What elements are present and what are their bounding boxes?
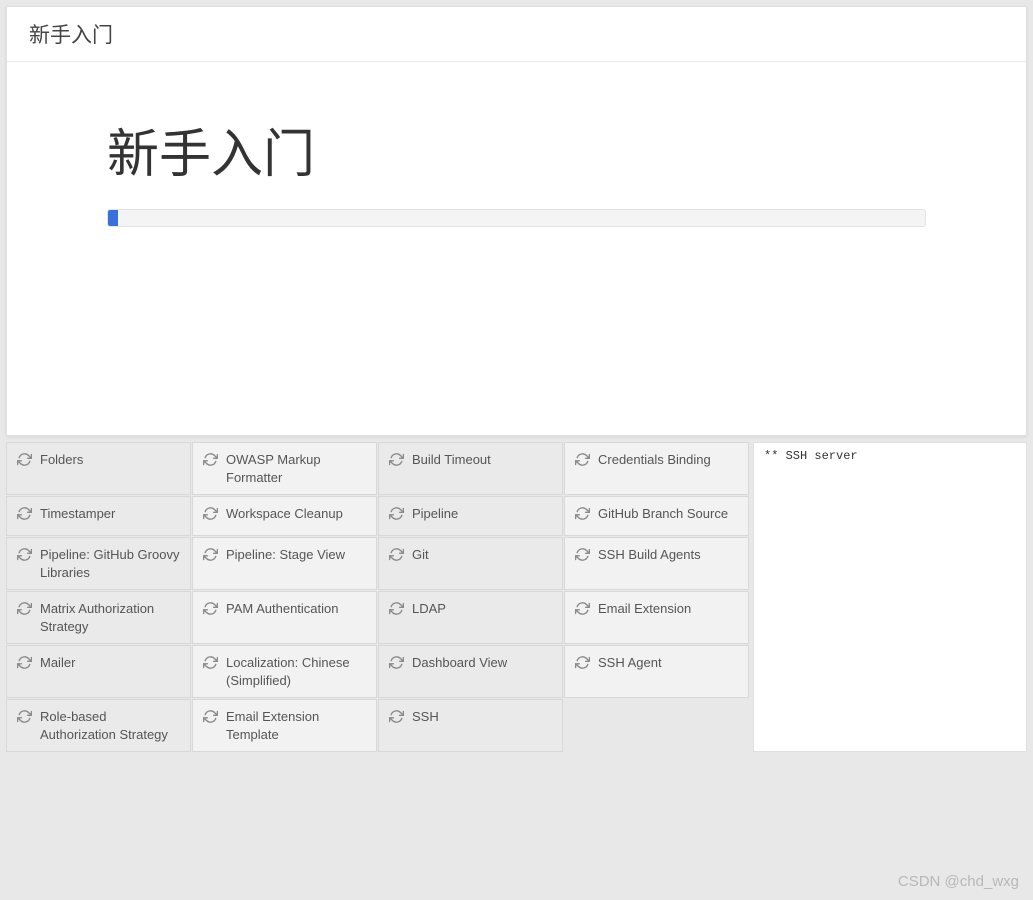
plugin-item: PAM Authentication — [192, 591, 377, 644]
bottom-area: Folders OWASP Markup Formatter Build Timeo… — [6, 442, 1027, 752]
plugin-label: Pipeline: Stage View — [226, 546, 345, 564]
refresh-icon — [203, 709, 218, 724]
setup-wizard-card: 新手入门 新手入门 — [6, 6, 1027, 436]
plugin-item: Mailer — [6, 645, 191, 698]
plugin-item: Git — [378, 537, 563, 590]
refresh-icon — [575, 601, 590, 616]
plugin-label: GitHub Branch Source — [598, 505, 728, 523]
plugin-label: Role-based Authorization Strategy — [40, 708, 180, 743]
plugin-label: Folders — [40, 451, 83, 469]
plugin-label: SSH Agent — [598, 654, 662, 672]
plugin-label: Mailer — [40, 654, 75, 672]
refresh-icon — [389, 547, 404, 562]
plugin-item: Pipeline — [378, 496, 563, 536]
progress-bar — [107, 209, 926, 227]
plugin-label: Matrix Authorization Strategy — [40, 600, 180, 635]
plugin-label: OWASP Markup Formatter — [226, 451, 366, 486]
refresh-icon — [575, 655, 590, 670]
plugin-item: Build Timeout — [378, 442, 563, 495]
plugin-label: Workspace Cleanup — [226, 505, 343, 523]
install-log-panel: ** SSH server — [753, 442, 1027, 752]
card-body: 新手入门 — [7, 62, 1026, 277]
plugin-label: Email Extension Template — [226, 708, 366, 743]
refresh-icon — [389, 506, 404, 521]
plugin-item: SSH Build Agents — [564, 537, 749, 590]
refresh-icon — [17, 506, 32, 521]
card-header-label: 新手入门 — [29, 24, 113, 47]
page-title: 新手入门 — [107, 112, 926, 187]
refresh-icon — [389, 601, 404, 616]
plugin-label: Timestamper — [40, 505, 115, 523]
refresh-icon — [575, 506, 590, 521]
plugin-label: SSH — [412, 708, 439, 726]
plugin-item: OWASP Markup Formatter — [192, 442, 377, 495]
plugin-label: Pipeline: GitHub Groovy Libraries — [40, 546, 180, 581]
plugin-item: Dashboard View — [378, 645, 563, 698]
plugin-item: SSH Agent — [564, 645, 749, 698]
plugin-item: Credentials Binding — [564, 442, 749, 495]
refresh-icon — [203, 655, 218, 670]
plugin-label: Pipeline — [412, 505, 458, 523]
refresh-icon — [17, 452, 32, 467]
progress-fill — [108, 210, 118, 226]
plugin-grid: Folders OWASP Markup Formatter Build Timeo… — [6, 442, 749, 752]
refresh-icon — [17, 601, 32, 616]
plugin-item: Pipeline: GitHub Groovy Libraries — [6, 537, 191, 590]
plugin-item: Email Extension Template — [192, 699, 377, 752]
refresh-icon — [203, 452, 218, 467]
log-line: ** SSH server — [764, 449, 858, 463]
refresh-icon — [17, 547, 32, 562]
plugin-label: Build Timeout — [412, 451, 491, 469]
plugin-label: Dashboard View — [412, 654, 507, 672]
refresh-icon — [17, 709, 32, 724]
plugin-item: Pipeline: Stage View — [192, 537, 377, 590]
plugin-item: Matrix Authorization Strategy — [6, 591, 191, 644]
plugin-item: GitHub Branch Source — [564, 496, 749, 536]
plugin-item: Workspace Cleanup — [192, 496, 377, 536]
plugin-item: Email Extension — [564, 591, 749, 644]
refresh-icon — [203, 601, 218, 616]
plugin-item: Folders — [6, 442, 191, 495]
refresh-icon — [575, 452, 590, 467]
plugin-item: Timestamper — [6, 496, 191, 536]
refresh-icon — [389, 655, 404, 670]
plugin-item: Role-based Authorization Strategy — [6, 699, 191, 752]
plugin-label: LDAP — [412, 600, 446, 618]
card-header: 新手入门 — [7, 7, 1026, 62]
watermark: CSDN @chd_wxg — [898, 873, 1019, 890]
refresh-icon — [389, 709, 404, 724]
refresh-icon — [17, 655, 32, 670]
plugin-label: Email Extension — [598, 600, 691, 618]
refresh-icon — [203, 506, 218, 521]
plugin-label: Credentials Binding — [598, 451, 711, 469]
plugin-item: Localization: Chinese (Simplified) — [192, 645, 377, 698]
refresh-icon — [203, 547, 218, 562]
plugin-item: SSH — [378, 699, 563, 752]
plugin-label: Git — [412, 546, 429, 564]
refresh-icon — [389, 452, 404, 467]
plugin-label: Localization: Chinese (Simplified) — [226, 654, 366, 689]
plugin-label: SSH Build Agents — [598, 546, 701, 564]
refresh-icon — [575, 547, 590, 562]
plugin-item: LDAP — [378, 591, 563, 644]
plugin-label: PAM Authentication — [226, 600, 339, 618]
